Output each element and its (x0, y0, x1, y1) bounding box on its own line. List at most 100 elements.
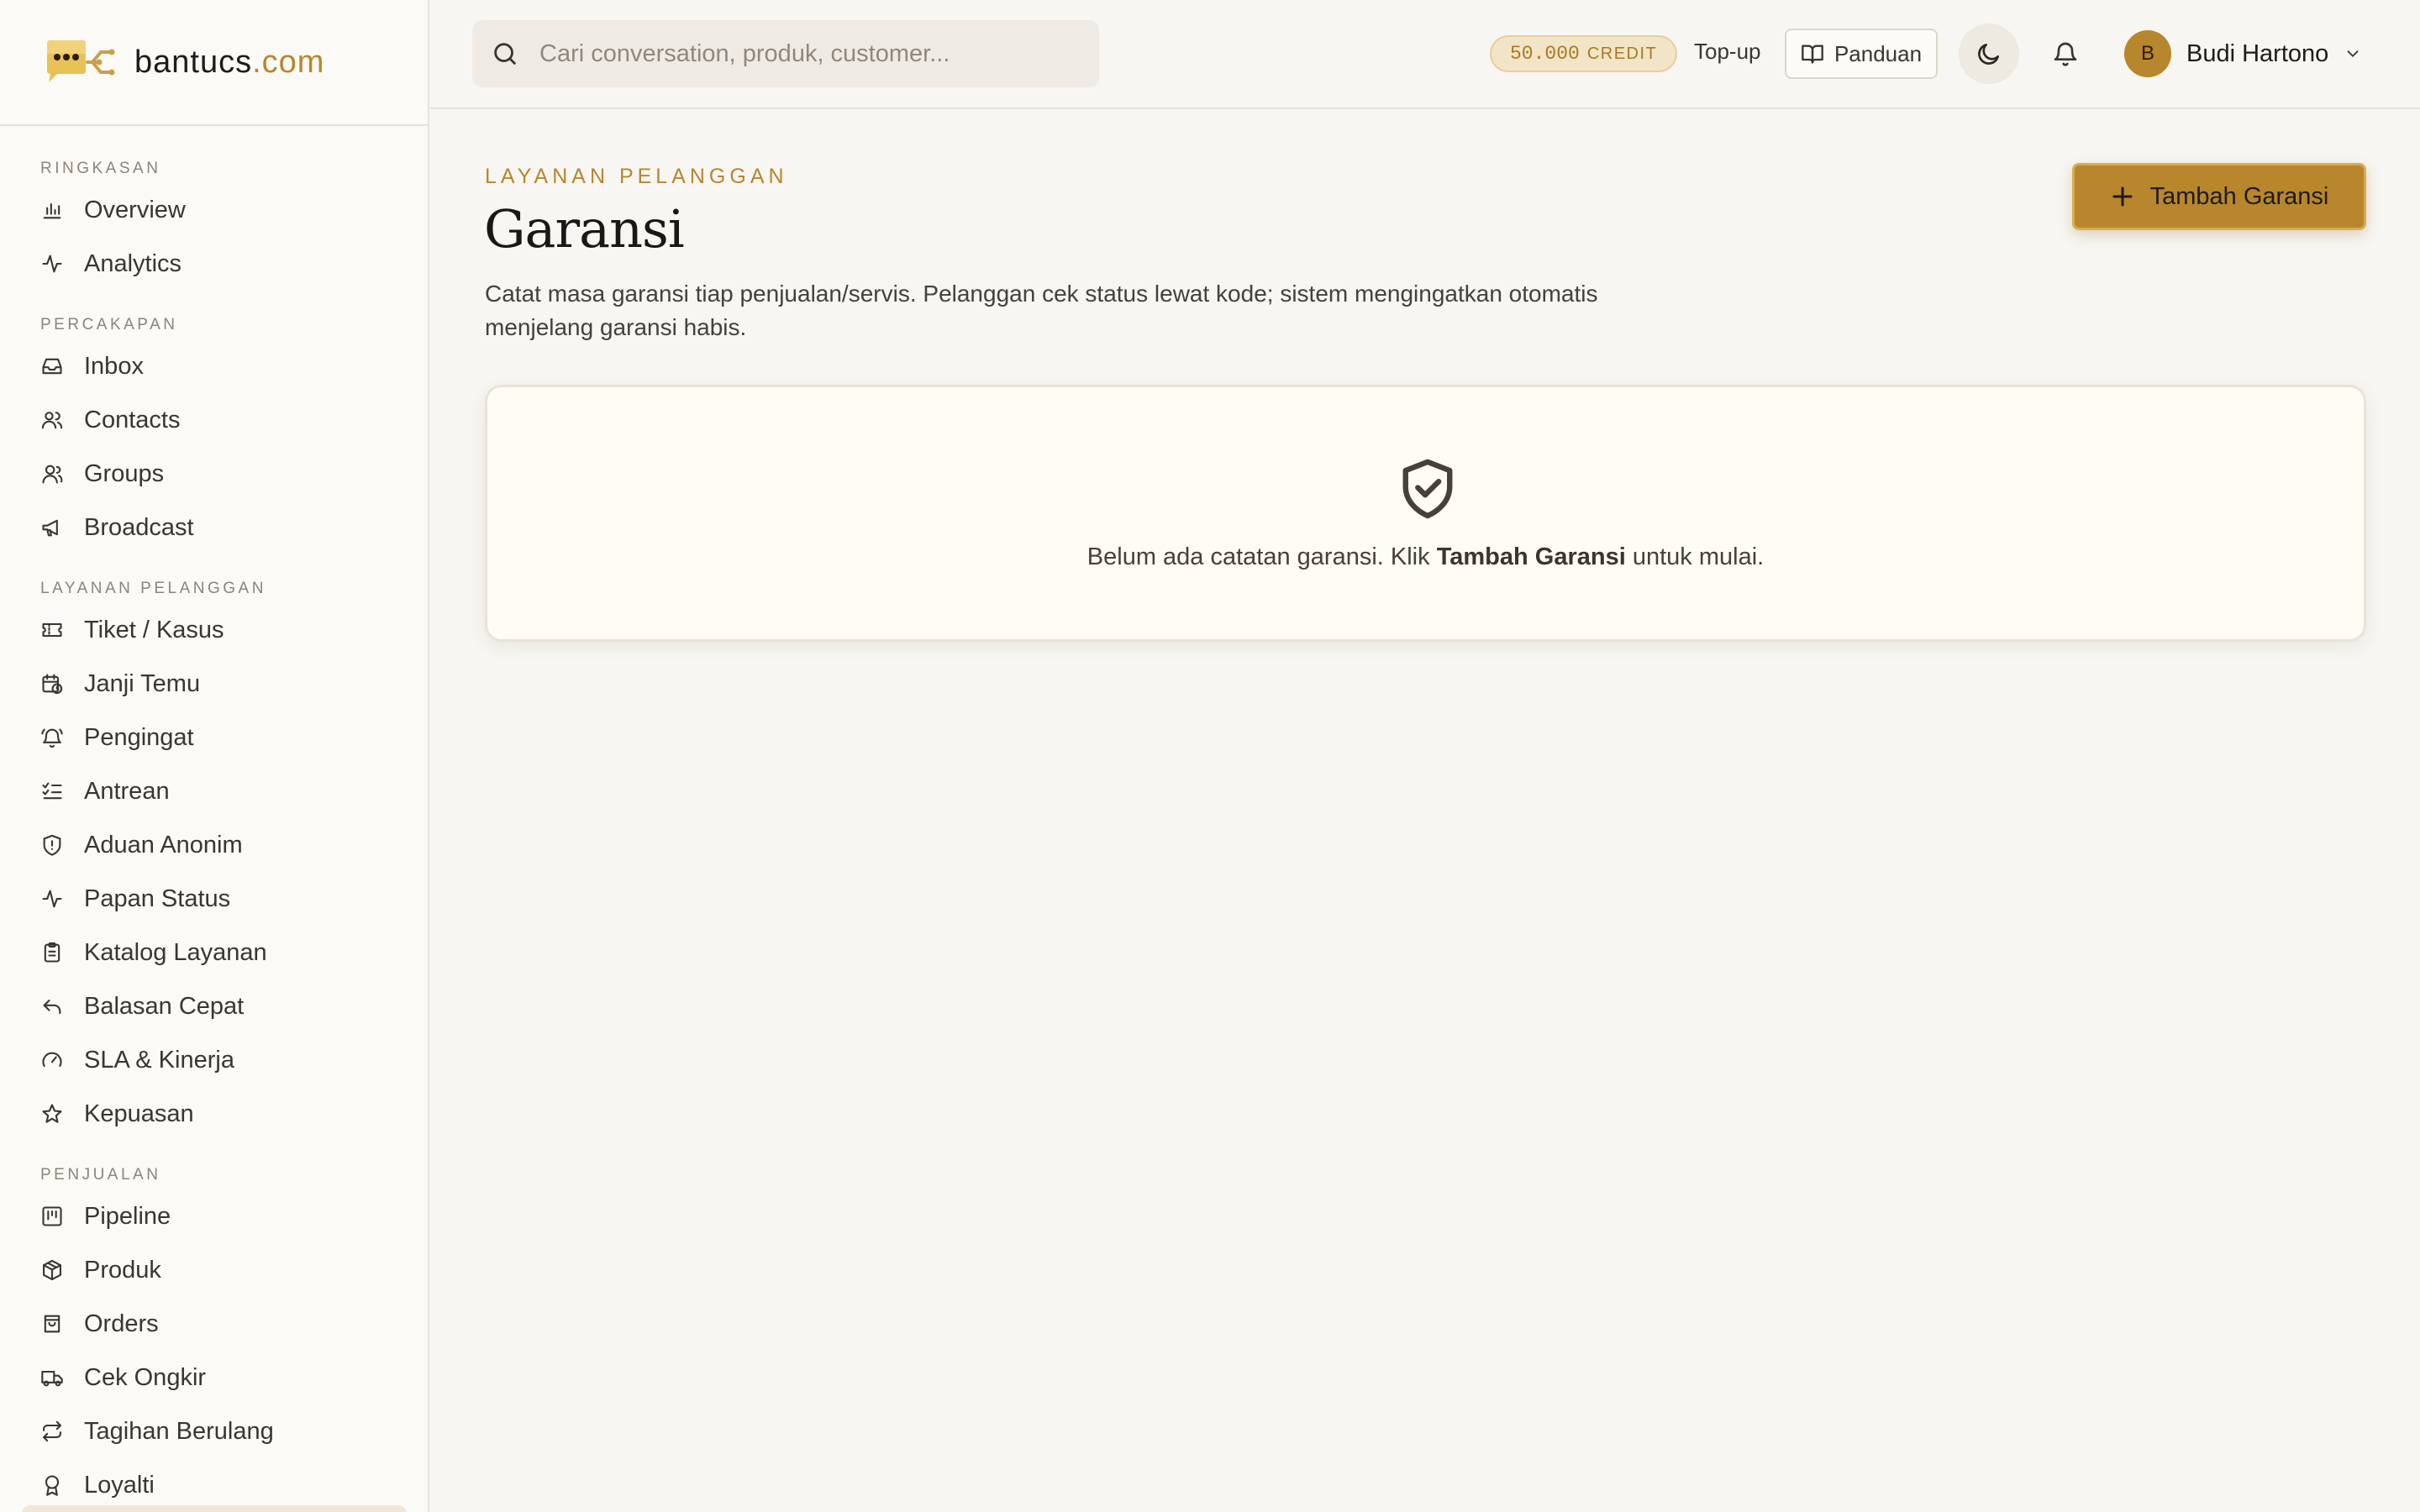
calendar-clock-icon (42, 674, 63, 695)
sidebar-item-label: Cek Ongkir (84, 1363, 207, 1391)
sidebar-item-label: Kepuasan (84, 1100, 194, 1127)
sidebar-item-groups[interactable]: Groups (0, 447, 428, 501)
sidebar-item-orders[interactable]: Orders (0, 1297, 428, 1351)
sidebar-item-sla-kinerja[interactable]: SLA & Kinerja (0, 1033, 428, 1087)
sidebar-item-balasan-cepat[interactable]: Balasan Cepat (0, 979, 428, 1033)
user-menu[interactable]: B Budi Hartono (2124, 29, 2362, 79)
sidebar-item-loyalti[interactable]: Loyalti (0, 1458, 428, 1512)
shopping-bag-icon (44, 1315, 60, 1333)
bell-icon (2054, 42, 2077, 66)
sidebar-item-label: Pengingat (84, 723, 194, 751)
sidebar-item-label: SLA & Kinerja (84, 1046, 234, 1074)
theme-toggle-button[interactable] (1959, 24, 2019, 84)
package-icon (43, 1259, 61, 1281)
sidebar-item-antrean[interactable]: Antrean (0, 764, 428, 818)
sidebar-item-label: Overview (84, 196, 186, 223)
reply-icon (43, 999, 61, 1015)
guide-label: Panduan (1833, 40, 1923, 66)
page-eyebrow: LAYANAN PELANGGAN (485, 165, 788, 188)
sidebar-nav: RINGKASAN Overview Analytics PERCAKAPAN Inbo… (0, 126, 428, 1512)
sidebar-item-label: Inbox (84, 352, 144, 380)
sidebar-item-label: Analytics (84, 249, 182, 277)
sidebar-item-label: Loyalti (84, 1471, 155, 1499)
repeat-icon (43, 1420, 61, 1442)
truck-icon (41, 1370, 63, 1387)
sidebar-item-kepuasan[interactable]: Kepuasan (0, 1087, 428, 1141)
sidebar-item-katalog-layanan[interactable]: Katalog Layanan (0, 926, 428, 979)
search-bar[interactable] (472, 20, 1099, 87)
list-checks-icon (42, 782, 62, 800)
bell-ring-icon (41, 728, 63, 748)
shield-check-icon (1402, 459, 1453, 519)
sidebar-item-label: Tiket / Kasus (84, 616, 224, 643)
sidebar-item-overview[interactable]: Overview (0, 183, 428, 237)
sidebar-item-label: Balasan Cepat (84, 992, 245, 1020)
user-name: Budi Hartono (2186, 39, 2329, 67)
credit-badge: 50.000 CREDIT (1490, 35, 1678, 72)
sidebar-item-contacts[interactable]: Contacts (0, 393, 428, 447)
sidebar-item-pengingat[interactable]: Pengingat (0, 711, 428, 764)
chevron-down-icon (2347, 50, 2359, 58)
sidebar-item-label: Contacts (84, 406, 181, 433)
sidebar-item-aduan-anonim[interactable]: Aduan Anonim (0, 818, 428, 872)
star-icon (42, 1104, 62, 1123)
sidebar: bantucs.com RINGKASAN Overview Analytics PE… (0, 0, 429, 1512)
empty-state-card: Belum ada catatan garansi. Klik Tambah G… (485, 385, 2366, 642)
users-icon (41, 412, 63, 429)
sidebar-item-label: Janji Temu (84, 669, 201, 697)
sidebar-item-janji-temu[interactable]: Janji Temu (0, 657, 428, 711)
activity-icon (42, 890, 62, 908)
topup-link[interactable]: Top-up (1694, 39, 1761, 65)
guide-button[interactable]: Panduan (1785, 29, 1938, 79)
sidebar-item-tiket-kasus[interactable]: Tiket / Kasus (0, 603, 428, 657)
kanban-icon (42, 1206, 62, 1226)
sidebar-section-title: LAYANAN PELANGGAN (40, 580, 266, 597)
notifications-button[interactable] (2035, 24, 2096, 84)
page-title: Garansi (484, 198, 685, 260)
sidebar-item-label: Groups (84, 459, 165, 487)
sidebar-item-inbox[interactable]: Inbox (0, 339, 428, 393)
sidebar-item-label: Antrean (84, 777, 170, 805)
brand[interactable]: bantucs.com (0, 0, 428, 126)
gauge-icon (42, 1052, 62, 1068)
sidebar-item-label: Broadcast (84, 513, 194, 541)
sidebar-item-label: Pipeline (84, 1202, 171, 1230)
credit-label: CREDIT (1586, 44, 1658, 63)
ticket-icon (42, 622, 62, 638)
megaphone-icon (42, 519, 58, 537)
sidebar-item-label: Orders (84, 1310, 159, 1337)
book-open-icon (1802, 45, 1823, 64)
sidebar-item-label: Papan Status (84, 885, 231, 912)
bar-chart-icon (43, 202, 61, 219)
empty-state-text: Belum ada catatan garansi. Klik Tambah G… (1086, 543, 1765, 570)
logo-chat-icon (47, 40, 115, 82)
inbox-icon (42, 358, 62, 375)
sidebar-item-label: Aduan Anonim (84, 831, 243, 858)
sidebar-item-cek-ongkir[interactable]: Cek Ongkir (0, 1351, 428, 1404)
sidebar-item-papan-status[interactable]: Papan Status (0, 872, 428, 926)
user-group-icon (42, 465, 63, 484)
sidebar-item-produk[interactable]: Produk (0, 1243, 428, 1297)
add-warranty-button[interactable]: Tambah Garansi (2072, 163, 2366, 230)
sidebar-item-label: Tagihan Berulang (84, 1417, 274, 1445)
sidebar-item-label: Katalog Layanan (84, 938, 267, 966)
sidebar-item-analytics[interactable]: Analytics (0, 237, 428, 291)
search-input[interactable] (539, 39, 1077, 68)
sidebar-item-pipeline[interactable]: Pipeline (0, 1189, 428, 1243)
sidebar-item-broadcast[interactable]: Broadcast (0, 501, 428, 554)
sidebar-section-title: PERCAKAPAN (40, 316, 178, 333)
topbar: 50.000 CREDIT Top-up Panduan B Budi Hart… (430, 0, 2420, 109)
award-icon (45, 1475, 60, 1496)
sidebar-item-tagihan-berulang[interactable]: Tagihan Berulang (0, 1404, 428, 1458)
add-warranty-label: Tambah Garansi (2149, 182, 2329, 210)
empty-state-emphasis: Tambah Garansi (1436, 543, 1626, 570)
credit-amount: 50.000 (1510, 43, 1580, 65)
sidebar-section-title: RINGKASAN (40, 160, 161, 177)
sidebar-section-title: PENJUALAN (40, 1166, 161, 1184)
shield-alert-icon (43, 834, 61, 856)
brand-name: bantucs.com (134, 44, 325, 80)
plus-icon (2112, 186, 2133, 207)
activity-icon (42, 255, 62, 273)
sidebar-item-active-highlight[interactable] (22, 1505, 407, 1512)
clipboard-list-icon (44, 942, 60, 963)
